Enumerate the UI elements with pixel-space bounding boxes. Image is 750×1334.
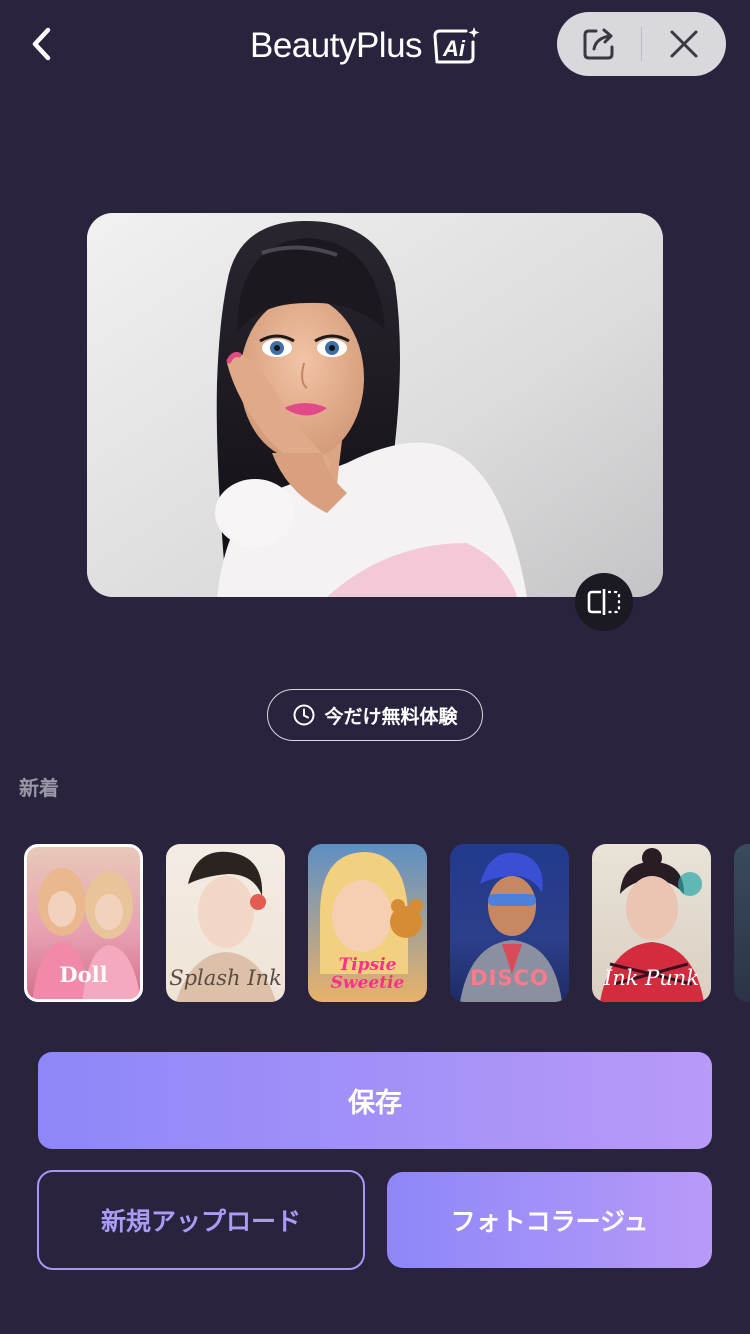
style-name-splash-ink: Splash Ink bbox=[169, 966, 282, 990]
style-name-ink-punk: Ink Punk bbox=[603, 966, 700, 990]
photo-collage-label: フォトコラージュ bbox=[450, 1207, 649, 1236]
compare-icon bbox=[587, 589, 621, 615]
share-icon bbox=[583, 28, 614, 60]
style-name-tipsie-sweetie: Tipsie Sweetie bbox=[330, 955, 405, 993]
brand-name: BeautyPlus bbox=[250, 26, 423, 65]
style-card-partial[interactable] bbox=[734, 844, 750, 1002]
style-card-tipsie-sweetie[interactable]: Tipsie Sweetie bbox=[308, 844, 427, 1002]
new-upload-button[interactable]: 新規アップロード bbox=[37, 1170, 365, 1270]
close-button[interactable] bbox=[642, 12, 726, 76]
brand-logo: BeautyPlus Ai bbox=[250, 22, 480, 70]
style-card-ink-punk[interactable]: Ink Punk bbox=[592, 844, 711, 1002]
style-name-disco: DISCO bbox=[470, 966, 549, 990]
compare-button[interactable] bbox=[575, 573, 633, 631]
style-card-splash-ink[interactable]: Splash Ink bbox=[166, 844, 285, 1002]
style-name-doll: Doll bbox=[59, 962, 108, 987]
section-title-new: 新着 bbox=[19, 776, 59, 800]
ai-badge-text: Ai bbox=[442, 36, 466, 61]
save-button[interactable]: 保存 bbox=[38, 1052, 712, 1149]
new-upload-label: 新規アップロード bbox=[100, 1207, 301, 1236]
share-button[interactable] bbox=[557, 12, 641, 76]
clock-icon bbox=[293, 704, 315, 726]
photo-collage-button[interactable]: フォトコラージュ bbox=[387, 1172, 712, 1268]
share-close-capsule bbox=[557, 12, 726, 76]
style-card-doll[interactable]: Doll bbox=[24, 844, 143, 1002]
style-carousel[interactable]: Doll Splash Ink Tipsie Sweetie DISCO Ink… bbox=[24, 844, 750, 1002]
doll-portrait bbox=[87, 213, 663, 597]
free-trial-button[interactable]: 今だけ無料体験 bbox=[267, 689, 483, 741]
style-card-disco[interactable]: DISCO bbox=[450, 844, 569, 1002]
result-screen: BeautyPlus Ai 今だけ無料体験 新着 Doll Splash Ink… bbox=[0, 0, 750, 1334]
ai-badge: Ai bbox=[430, 26, 480, 66]
save-label: 保存 bbox=[348, 1088, 402, 1119]
result-preview-image bbox=[87, 213, 663, 597]
free-trial-label: 今だけ無料体験 bbox=[324, 705, 458, 728]
close-icon bbox=[670, 30, 698, 58]
back-button[interactable] bbox=[18, 20, 66, 68]
chevron-left-icon bbox=[32, 27, 51, 61]
